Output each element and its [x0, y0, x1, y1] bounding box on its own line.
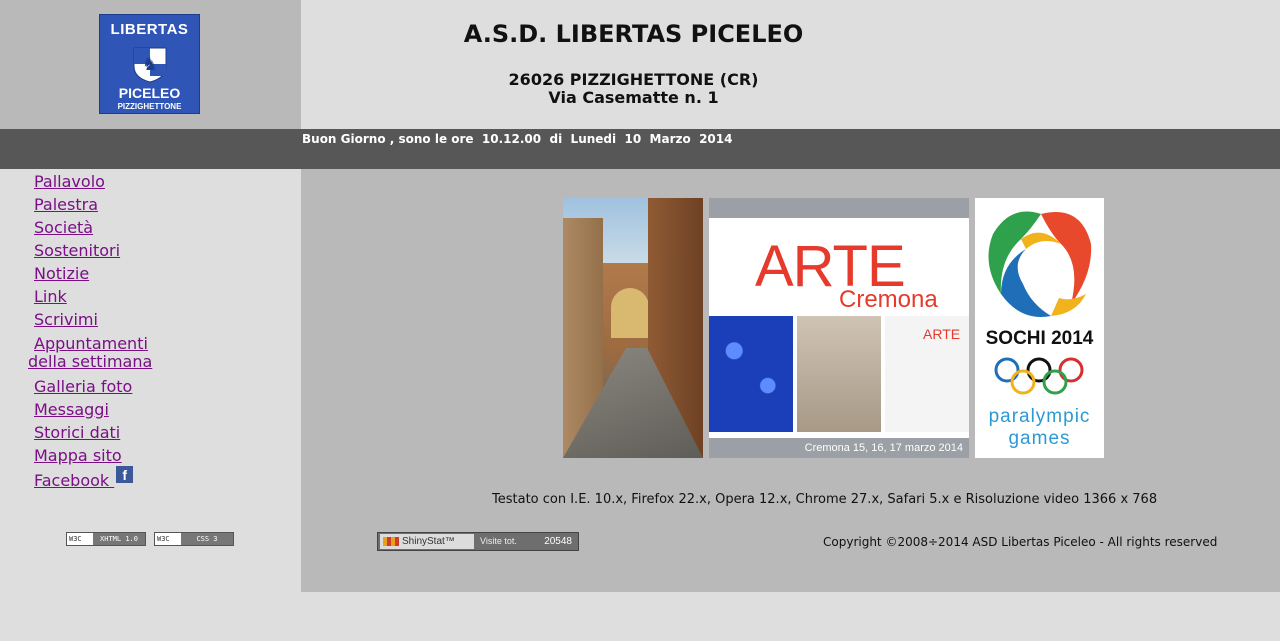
arte-banner-subtitle: Cremona	[839, 286, 938, 313]
sochi-flame-icon	[988, 211, 1092, 318]
address-line-1: 26026 PIZZIGHETTONE (CR)	[508, 70, 759, 89]
address-line-2: Via Casematte n. 1	[548, 88, 719, 107]
nav-link-sostenitori[interactable]: Sostenitori	[34, 242, 120, 260]
visit-counter-value: 20548	[544, 536, 572, 547]
arte-banner-photo-tile	[797, 316, 881, 432]
arte-banner-mini-title: ARTE	[923, 326, 961, 342]
nav-link-appuntamenti[interactable]: Appuntamenti	[34, 335, 148, 353]
greeting-text: Buon Giorno , sono le ore 10.12.00 di Lu…	[302, 132, 733, 146]
shield-icon: ♞	[133, 47, 167, 83]
nav-link-mappa-sito[interactable]: Mappa sito	[34, 447, 122, 465]
w3c-xhtml-badge-right: XHTML 1.0	[93, 533, 145, 545]
copyright-text: Copyright ©2008÷2014 ASD Libertas Picele…	[823, 535, 1218, 549]
photo-castle-street[interactable]	[563, 198, 703, 458]
facebook-icon[interactable]: f	[116, 466, 134, 483]
arte-banner-catalog-tile: ARTE	[885, 316, 969, 432]
site-logo[interactable]: LIBERTAS ♞ PICELEO PIZZIGHETTONE	[99, 14, 200, 114]
logo-text-pizzighettone: PIZZIGHETTONE	[117, 102, 182, 111]
visit-counter-label: Visite tot.	[480, 536, 517, 546]
sochi-2014-banner[interactable]: SOCHI 2014 paralympic games	[975, 198, 1104, 458]
tested-browsers-note: Testato con I.E. 10.x, Firefox 22.x, Ope…	[492, 492, 1158, 507]
nav-link-link[interactable]: Link	[34, 288, 67, 306]
nav-link-palestra[interactable]: Palestra	[34, 196, 98, 214]
logo-text-piceleo: PICELEO	[118, 85, 181, 101]
nav-link-storici-dati[interactable]: Storici dati	[34, 424, 120, 442]
shinystat-logo: ShinyStat™	[380, 534, 474, 549]
arte-banner-footer: Cremona 15, 16, 17 marzo 2014	[709, 438, 969, 458]
nav-link-facebook[interactable]: Facebook f	[34, 466, 134, 490]
nav-link-pallavolo[interactable]: Pallavolo	[34, 173, 105, 191]
arte-banner-blue-tile	[709, 316, 793, 432]
sochi-banner-subtitle: paralympic games	[975, 406, 1104, 450]
sochi-banner-subtitle-line-1: paralympic	[988, 406, 1091, 427]
address: 26026 PIZZIGHETTONE (CR) Via Casematte n…	[301, 71, 966, 107]
nav-link-facebook-label: Facebook	[34, 471, 115, 490]
svg-text:♞: ♞	[142, 54, 158, 74]
nav-link-scrivimi[interactable]: Scrivimi	[34, 311, 98, 329]
w3c-css-badge-right: CSS 3	[181, 533, 233, 545]
sochi-banner-title: SOCHI 2014	[985, 328, 1094, 349]
sochi-banner-subtitle-line-2: games	[1008, 428, 1071, 449]
shinystat-counter[interactable]: ShinyStat™ Visite tot. 20548	[377, 532, 579, 551]
w3c-xhtml-badge[interactable]: W3C XHTML 1.0	[66, 532, 146, 546]
nav-link-notizie[interactable]: Notizie	[34, 265, 89, 283]
nav-link-galleria-foto[interactable]: Galleria foto	[34, 378, 132, 396]
nav-link-della-settimana[interactable]: della settimana	[28, 353, 152, 371]
arte-cremona-banner[interactable]: ARTE Cremona ARTE Cremona 15, 16, 17 mar…	[709, 198, 969, 458]
w3c-css-badge[interactable]: W3C CSS 3	[154, 532, 234, 546]
olympic-rings-icon	[994, 357, 1084, 395]
nav-link-societa[interactable]: Società	[34, 219, 93, 237]
nav-link-messaggi[interactable]: Messaggi	[34, 401, 109, 419]
logo-text-libertas: LIBERTAS	[110, 21, 189, 38]
w3c-css-badge-left: W3C	[157, 535, 170, 543]
arte-banner-topbar	[709, 198, 969, 218]
w3c-xhtml-badge-left: W3C	[69, 535, 82, 543]
photo-arch	[611, 288, 649, 338]
page-title: A.S.D. LIBERTAS PICELEO	[463, 20, 804, 48]
